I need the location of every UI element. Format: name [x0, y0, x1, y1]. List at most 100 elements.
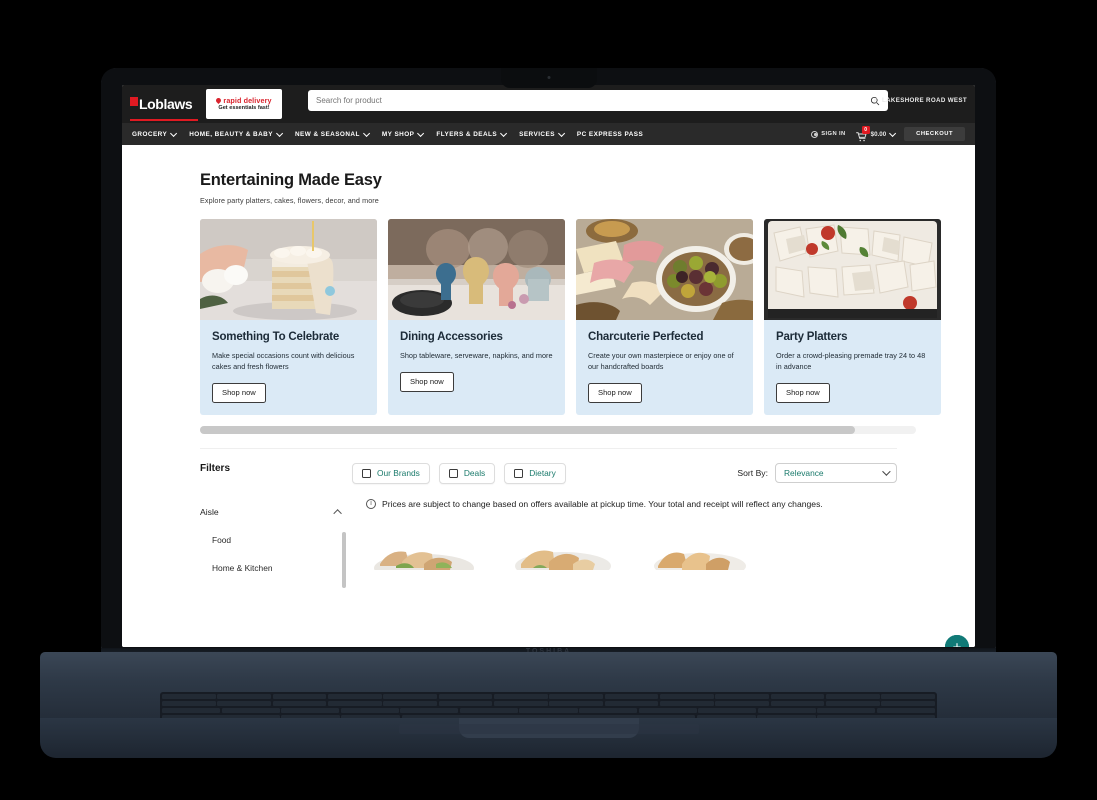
product-card[interactable]: + [505, 524, 969, 647]
cart-amount-value: $0.00 [870, 130, 887, 138]
carousel-card[interactable]: Something To Celebrate Make special occa… [200, 219, 377, 415]
filter-group-label: Aisle [200, 506, 219, 517]
carousel-card-image [576, 219, 753, 320]
rapid-delivery-subtitle: Get essentials fast! [218, 104, 270, 111]
sort-by-value: Relevance [784, 467, 824, 478]
loblaws-logo-icon [130, 97, 138, 106]
chevron-up-icon [333, 509, 342, 518]
chevron-down-icon [275, 129, 284, 137]
chevron-down-icon [882, 467, 891, 476]
chevron-down-icon [170, 129, 178, 137]
nav-item-grocery[interactable]: GROCERY [132, 129, 178, 138]
page-content: Entertaining Made Easy Explore party pla… [122, 145, 975, 647]
carousel-scrollbar[interactable] [200, 425, 916, 434]
chip-label: Deals [463, 468, 486, 479]
logo-underline [130, 119, 198, 121]
product-image [644, 524, 764, 571]
search-bar[interactable] [308, 90, 888, 111]
product-image [505, 524, 625, 571]
carousel-card-description: Order a crowd-pleasing premade tray 24 t… [776, 351, 926, 371]
nav-label: HOME, BEAUTY & BABY [189, 130, 273, 138]
chevron-down-icon [417, 129, 425, 137]
carousel-card[interactable]: Party Platters Order a crowd-pleasing pr… [764, 219, 941, 415]
entertaining-carousel[interactable]: Something To Celebrate Make special occa… [200, 219, 975, 415]
cart-icon: 0 [855, 126, 870, 142]
store-location-label: LAKESHORE ROAD WEST [881, 97, 967, 104]
filters-sidebar: Aisle Food Home & Kitchen [200, 498, 352, 588]
nav-label: GROCERY [132, 130, 168, 138]
chevron-down-icon [500, 129, 508, 137]
add-to-cart-button[interactable]: + [945, 635, 969, 647]
search-input[interactable] [316, 96, 870, 105]
results-area: Aisle Food Home & Kitchen i Prices are s… [200, 484, 969, 647]
webcam-notch [500, 68, 597, 88]
nav-item-services[interactable]: SERVICES [519, 129, 566, 138]
filter-chip-dietary[interactable]: Dietary [504, 462, 566, 484]
carousel-card-title: Dining Accessories [400, 331, 503, 343]
shop-now-button[interactable]: Shop now [776, 382, 830, 403]
nav-item-flyers-deals[interactable]: FLYERS & DEALS [436, 129, 508, 138]
loblaws-logo[interactable]: Loblaws [130, 91, 198, 121]
carousel-card-image [388, 219, 565, 320]
product-card[interactable]: + [644, 524, 969, 647]
loblaws-logo-text: Loblaws [139, 96, 193, 112]
page-subtitle: Explore party platters, cakes, flowers, … [200, 196, 379, 205]
filter-chip-deals[interactable]: Deals [438, 462, 496, 484]
sort-by-select[interactable]: Relevance [775, 462, 897, 483]
product-grid: + [366, 524, 969, 647]
nav-item-pc-express-pass[interactable]: PC EXPRESS PASS [577, 131, 643, 138]
browser-viewport: Loblaws rapid delivery Get essentials fa… [122, 85, 975, 647]
carousel-card-image [764, 219, 941, 320]
filters-row: Filters Our Brands Deals Dietary Sort By… [200, 449, 897, 484]
carousel-card[interactable]: Dining Accessories Shop tableware, serve… [388, 219, 565, 415]
price-notice: i Prices are subject to change based on … [366, 498, 897, 510]
shop-now-button[interactable]: Shop now [400, 371, 454, 392]
account-circle-icon [811, 130, 819, 138]
chevron-down-icon [362, 129, 370, 137]
nav-item-new-seasonal[interactable]: NEW & SEASONAL [295, 129, 370, 138]
cart-button[interactable]: 0 $0.00 [855, 126, 897, 142]
main-navigation: GROCERY HOME, BEAUTY & BABY NEW & SEASON… [122, 123, 975, 145]
checkout-button[interactable]: CHECKOUT [904, 127, 965, 141]
chip-label: Our Brands [377, 468, 420, 479]
chevron-down-icon [557, 129, 566, 137]
sidebar-item-home-kitchen[interactable]: Home & Kitchen [200, 554, 352, 582]
carousel-card[interactable]: Charcuterie Perfected Create your own ma… [576, 219, 753, 415]
nav-item-home-beauty-baby[interactable]: HOME, BEAUTY & BABY [189, 129, 284, 138]
cart-badge: 0 [861, 126, 870, 134]
sidebar-scrollbar-thumb[interactable] [342, 531, 346, 588]
pin-icon [215, 96, 223, 104]
carousel-card-title: Party Platters [776, 331, 848, 343]
filter-chip-our-brands[interactable]: Our Brands [352, 462, 430, 484]
sign-in-button[interactable]: SIGN IN [811, 130, 846, 138]
rapid-delivery-badge[interactable]: rapid delivery Get essentials fast! [206, 89, 282, 119]
cart-amount: $0.00 [870, 129, 897, 138]
sign-in-label: SIGN IN [821, 131, 846, 137]
page-title: Entertaining Made Easy [200, 171, 382, 189]
price-notice-text: Prices are subject to change based on of… [382, 498, 823, 509]
product-card[interactable]: + [366, 524, 969, 647]
checkbox-icon[interactable] [362, 468, 371, 478]
nav-label: FLYERS & DEALS [436, 130, 498, 138]
rapid-delivery-title: rapid delivery [223, 95, 272, 105]
checkbox-icon[interactable] [448, 468, 458, 478]
filter-group-aisle[interactable]: Aisle [200, 498, 352, 526]
carousel-card-image [200, 219, 377, 320]
checkbox-icon[interactable] [514, 468, 524, 478]
laptop-trackpad [398, 724, 699, 734]
nav-label: SERVICES [519, 130, 555, 138]
nav-label: MY SHOP [381, 130, 415, 138]
chevron-down-icon [889, 129, 897, 137]
carousel-scrollbar-thumb[interactable] [200, 425, 855, 434]
shop-now-button[interactable]: Shop now [212, 382, 266, 403]
nav-item-my-shop[interactable]: MY SHOP [381, 129, 425, 138]
carousel-card-description: Create your own masterpiece or enjoy one… [588, 351, 734, 371]
screenshot-stage: Loblaws rapid delivery Get essentials fa… [0, 0, 1097, 800]
carousel-card-description: Make special occasions count with delici… [212, 351, 355, 371]
store-location[interactable]: LAKESHORE ROAD WEST [873, 97, 967, 104]
webcam-icon [547, 76, 550, 79]
carousel-card-title: Something To Celebrate [212, 331, 340, 343]
sidebar-item-food[interactable]: Food [200, 526, 352, 554]
shop-now-button[interactable]: Shop now [588, 382, 642, 403]
location-pin-icon [873, 97, 879, 104]
